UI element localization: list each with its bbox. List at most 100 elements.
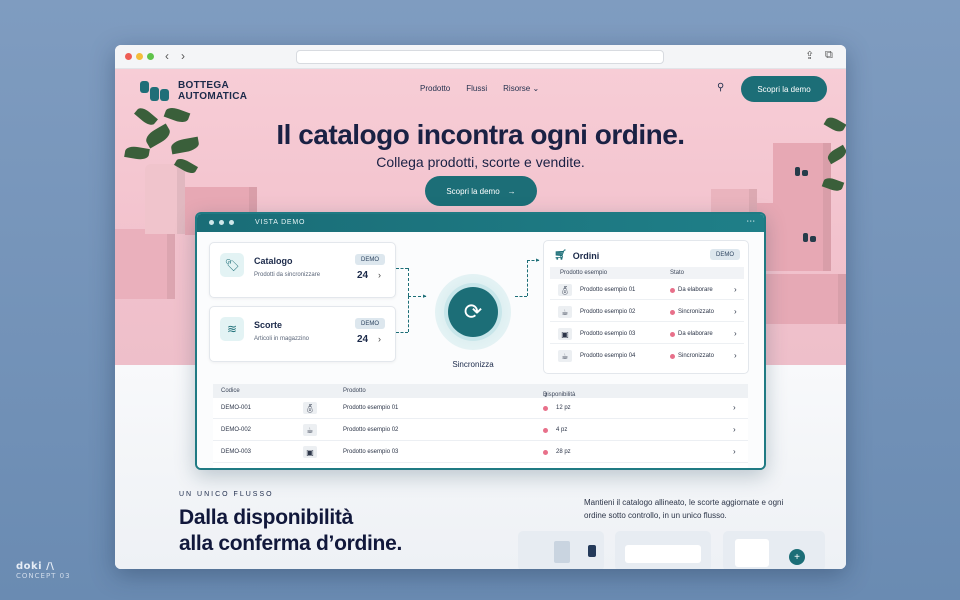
cart-icon: 🛒︎: [554, 250, 567, 261]
nav-prodotto[interactable]: Prodotto: [420, 84, 450, 93]
card-count: 24: [357, 270, 369, 281]
card-subtitle: Prodotti da sincronizzare: [254, 272, 321, 278]
table-row[interactable]: DEMO-002 ☕︎ Prodotto esempio 02 4 pz ›: [213, 420, 748, 441]
logo-icon: [140, 79, 170, 103]
chevron-right-icon: ›: [378, 270, 381, 280]
order-row[interactable]: ☕︎ Prodotto esempio 02 Sincronizzato ›: [550, 302, 744, 322]
decor-box: [755, 274, 846, 324]
order-row[interactable]: ▣ Prodotto esempio 03 Da elaborare ›: [550, 324, 744, 344]
hero-subtitle: Collega prodotti, scorte e vendite.: [376, 154, 585, 170]
nav-risorse[interactable]: Risorse ⌄: [503, 84, 539, 93]
connector-line: [408, 296, 409, 332]
status-dot: [670, 332, 675, 337]
demo-body: 🏷︎ Catalogo Prodotti da sincronizzare DE…: [197, 232, 764, 468]
hero-title: Il catalogo incontra ogni ordine.: [276, 119, 685, 150]
order-row[interactable]: ☕︎ Prodotto esempio 04 Sincronizzato ›: [550, 346, 744, 366]
order-product: Prodotto esempio 02: [580, 309, 636, 315]
order-row[interactable]: 🧴︎ Prodotto esempio 01 Da elaborare ›: [550, 280, 744, 300]
watermark-brand: doki /\: [16, 561, 55, 572]
connector-line: [408, 268, 409, 296]
sync-label: Sincronizza: [452, 360, 494, 369]
section-text: Mantieni il catalogo allineato, le scort…: [584, 498, 784, 520]
status-dot: [543, 406, 548, 411]
mug-icon: ☕︎: [303, 424, 317, 436]
chevron-right-icon: ›: [733, 447, 736, 456]
orders-panel: 🛒︎ Ordini DEMO Prodotto esempio Stato 🧴︎…: [543, 240, 749, 374]
chevron-down-icon: ⌄: [532, 84, 540, 93]
maximize-window-button[interactable]: [147, 53, 154, 60]
connector-line: [396, 332, 408, 333]
share-icon[interactable]: ⇪: [805, 49, 814, 62]
browser-window: ‹ › ⇪ ⧉ BOTTEGA AUTOMATICA Prodotto Flus…: [115, 45, 846, 569]
order-product: Prodotto esempio 01: [580, 287, 636, 293]
sync-button[interactable]: ⟳: [448, 287, 498, 337]
row-qty: 12 pz: [556, 405, 571, 411]
row-code: DEMO-002: [221, 427, 252, 433]
close-window-button[interactable]: [125, 53, 132, 60]
card-title: Scorte: [254, 320, 283, 330]
table-row[interactable]: DEMO-003 ▣ Prodotto esempio 03 28 pz ›: [213, 442, 748, 463]
preview-card: [518, 531, 604, 569]
demo-badge: DEMO: [355, 254, 385, 265]
row-code: DEMO-003: [221, 449, 252, 455]
watermark: doki /\ CONCEPT 03: [16, 561, 71, 580]
status-dot: [670, 288, 675, 293]
connector-line: [396, 268, 408, 269]
arrow-right-icon: ▸: [536, 257, 540, 264]
order-status: Sincronizzato: [678, 309, 715, 315]
chevron-right-icon: ›: [733, 403, 736, 412]
chevron-right-icon: ›: [734, 351, 737, 360]
search-icon[interactable]: ⚲: [717, 82, 724, 93]
order-product: Prodotto esempio 03: [580, 331, 636, 337]
demo-badge: DEMO: [355, 318, 385, 329]
card-scorte[interactable]: ≋ Scorte Articoli in magazzino DEMO 24 ›: [209, 306, 396, 362]
nav-flussi[interactable]: Flussi: [466, 84, 487, 93]
sync-hub: ⟳: [435, 274, 511, 350]
chevron-left-icon[interactable]: ‹: [165, 49, 169, 63]
section-title-line-1: Dalla disponibilità: [179, 506, 353, 529]
decor-box: [115, 229, 175, 299]
card-catalogo[interactable]: 🏷︎ Catalogo Prodotti da sincronizzare DE…: [209, 242, 396, 298]
hero-cta-label: Scopri la demo: [446, 186, 500, 196]
plus-icon[interactable]: +: [789, 549, 805, 565]
logo-line-1: BOTTEGA: [178, 80, 229, 91]
bottle-icon: 🧴︎: [303, 402, 317, 414]
section-title-line-2: alla conferma d’ordine.: [179, 532, 402, 555]
arrow-right-icon: →: [507, 186, 516, 196]
orders-header: Prodotto esempio Stato: [550, 267, 744, 279]
section-eyebrow: UN UNICO FLUSSO: [179, 491, 274, 498]
section-title: Dalla disponibilità alla conferma d’ordi…: [179, 505, 402, 557]
row-product: Prodotto esempio 02: [343, 427, 399, 433]
mug-icon: ☕︎: [558, 350, 572, 362]
chevron-right-icon: ›: [734, 307, 737, 316]
row-product: Prodotto esempio 03: [343, 449, 399, 455]
preview-card: [615, 531, 711, 569]
col-product: Prodotto: [343, 388, 366, 394]
demo-badge: DEMO: [710, 249, 740, 260]
chevron-right-icon: ›: [733, 425, 736, 434]
connector-line: [515, 296, 527, 297]
chevron-right-icon[interactable]: ›: [181, 49, 185, 63]
chevron-right-icon: ›: [378, 334, 381, 344]
hero-cta-button[interactable]: Scopri la demo →: [425, 176, 537, 206]
chevron-right-icon: ›: [734, 329, 737, 338]
refresh-icon: ⟳: [463, 299, 483, 324]
col-code: Codice: [221, 388, 240, 394]
order-product: Prodotto esempio 04: [580, 353, 636, 359]
more-icon[interactable]: ⋯: [746, 216, 756, 227]
logo-line-2: AUTOMATICA: [178, 91, 248, 102]
site-logo[interactable]: BOTTEGA AUTOMATICA: [140, 79, 247, 103]
address-bar[interactable]: [296, 50, 664, 64]
watermark-concept: CONCEPT 03: [16, 572, 71, 580]
card-subtitle: Articoli in magazzino: [254, 336, 310, 342]
table-row[interactable]: DEMO-001 🧴︎ Prodotto esempio 01 12 pz ›: [213, 398, 748, 419]
row-qty: 28 pz: [556, 449, 571, 455]
connector-line: [527, 260, 528, 296]
demo-window-title: VISTA DEMO: [255, 219, 306, 226]
status-dot: [543, 428, 548, 433]
availability-table: Codice Prodotto Disponibilità ⇕ DEMO-001…: [213, 384, 748, 468]
tabs-icon[interactable]: ⧉: [825, 49, 833, 62]
mug-icon: ☕︎: [558, 306, 572, 318]
cta-top-button[interactable]: Scopri la demo: [741, 76, 827, 102]
minimize-window-button[interactable]: [136, 53, 143, 60]
